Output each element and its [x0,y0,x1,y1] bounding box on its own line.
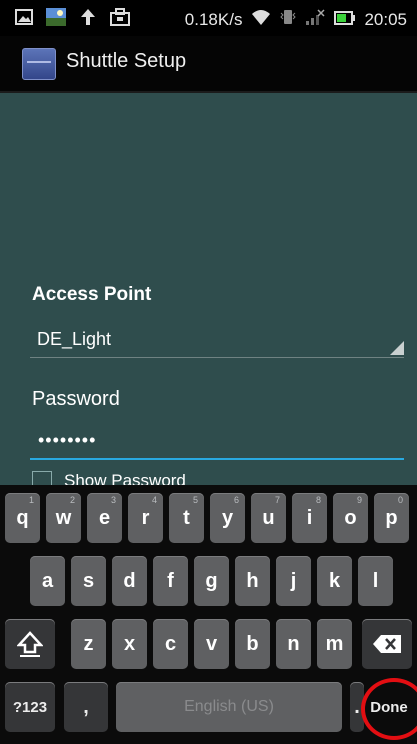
key-v[interactable]: v [194,619,229,669]
key-e[interactable]: 3e [87,493,122,543]
vibrate-icon [280,8,297,31]
wifi-icon [250,8,272,31]
key-p[interactable]: 0p [374,493,409,543]
key-w[interactable]: 2w [46,493,81,543]
key-j[interactable]: j [276,556,311,606]
access-point-spinner[interactable]: DE_Light [30,321,404,358]
signal-icon [304,8,326,31]
setup-form: Access Point DE_Light Password •••••••• … [0,93,417,491]
access-point-value: DE_Light [37,329,112,349]
key-hint: 1 [28,495,34,505]
key-label: q [16,506,29,529]
key-hint: 3 [110,495,116,505]
key-x[interactable]: x [112,619,147,669]
highlight-circle [361,678,417,740]
key-c[interactable]: c [153,619,188,669]
key-g[interactable]: g [194,556,229,606]
shift-key[interactable] [5,619,55,669]
password-field[interactable]: •••••••• [30,424,404,460]
symbols-key[interactable]: ?123 [5,682,55,732]
page-title: Shuttle Setup [66,50,187,72]
network-speed: 0.18K/s [184,9,243,29]
key-label: u [262,506,275,529]
status-bar: 0.18K/s 20:05 [0,0,417,36]
action-bar: Shuttle Setup [0,36,417,93]
key-label: y [221,506,234,529]
shift-arrow-icon [17,631,43,657]
system-status: 0.18K/s 20:05 [185,8,407,31]
notification-icons [14,7,130,27]
key-label: r [141,506,150,529]
key-hint: 5 [192,495,198,505]
key-hint: 4 [151,495,157,505]
key-u[interactable]: 7u [251,493,286,543]
done-key[interactable]: Done [361,678,417,740]
key-t[interactable]: 5t [169,493,204,543]
key-hint: 8 [315,495,321,505]
battery-icon [334,10,356,30]
key-label: t [183,506,190,529]
key-n[interactable]: n [276,619,311,669]
photo-icon [46,7,66,27]
comma-key[interactable]: , [64,682,108,732]
key-label: p [385,506,398,529]
dropdown-triangle-icon [390,341,404,355]
key-r[interactable]: 4r [128,493,163,543]
key-i[interactable]: 8i [292,493,327,543]
key-y[interactable]: 6y [210,493,245,543]
soft-keyboard: 1q 2w 3e 4r 5t 6y 7u 8i 9o 0p a s d f g … [0,485,417,744]
backspace-icon [373,635,401,653]
password-value: •••••••• [38,430,97,450]
upload-arrow-icon [78,7,98,27]
key-hint: 0 [397,495,403,505]
key-o[interactable]: 9o [333,493,368,543]
key-label: e [98,506,111,529]
image-icon [14,7,34,27]
key-label: w [55,506,72,529]
key-f[interactable]: f [153,556,188,606]
key-h[interactable]: h [235,556,270,606]
key-hint: 7 [274,495,280,505]
key-hint: 2 [69,495,75,505]
key-b[interactable]: b [235,619,270,669]
password-label: Password [32,388,120,410]
key-a[interactable]: a [30,556,65,606]
access-point-label: Access Point [32,284,152,305]
clock: 20:05 [364,9,407,29]
key-k[interactable]: k [317,556,352,606]
key-s[interactable]: s [71,556,106,606]
key-l[interactable]: l [358,556,393,606]
key-label: o [344,506,357,529]
key-hint: 9 [356,495,362,505]
space-bar[interactable]: English (US) [116,682,342,732]
key-d[interactable]: d [112,556,147,606]
key-label: i [306,506,313,529]
shuttle-app-icon[interactable] [22,48,56,80]
bag-icon [110,7,130,27]
backspace-key[interactable] [362,619,412,669]
key-z[interactable]: z [71,619,106,669]
key-hint: 6 [233,495,239,505]
key-q[interactable]: 1q [5,493,40,543]
key-m[interactable]: m [317,619,352,669]
